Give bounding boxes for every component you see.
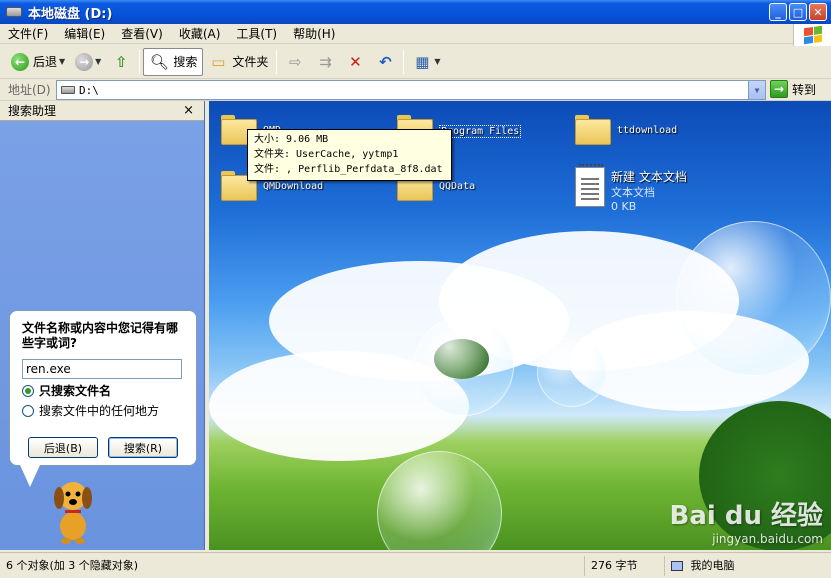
move-to-icon: ⇨ — [289, 52, 302, 71]
address-dropdown-icon[interactable]: ▼ — [748, 81, 765, 99]
go-button[interactable]: → 转到 — [770, 80, 816, 98]
views-grid-icon: ▦ — [415, 52, 430, 71]
up-arrow-icon: ⇧ — [115, 52, 128, 71]
search-question: 文件名称或内容中您记得有哪些字或词? — [22, 321, 179, 350]
my-computer-icon — [671, 560, 683, 571]
views-dropdown-icon[interactable]: ▼ — [434, 57, 440, 66]
bubble-decoration — [537, 337, 607, 407]
option-content-label: 搜索文件中的任何地方 — [39, 404, 160, 418]
copy-to-button[interactable]: ⇉ — [310, 48, 340, 76]
menu-tools[interactable]: 工具(T) — [228, 24, 285, 44]
tooltip-size: 大小: 9.06 MB — [254, 134, 329, 145]
address-value: D:\ — [79, 83, 99, 97]
search-button[interactable]: 🔍︎ 搜索 — [143, 47, 204, 76]
address-label: 地址(D) — [8, 83, 51, 97]
folder-item-ttdownload[interactable]: ttdownload — [575, 115, 677, 145]
maximize-button[interactable]: □ — [789, 3, 807, 21]
bubble-decoration — [676, 221, 831, 376]
tooltip-folders: 文件夹: UserCache, yytmp1 — [254, 149, 399, 160]
delete-x-icon: ✕ — [349, 52, 362, 71]
title-bar[interactable]: 本地磁盘 (D:) _ □ ✕ — [0, 0, 831, 24]
search-submit-button[interactable]: 搜索(R) — [108, 437, 178, 458]
file-type: 文本文档 — [611, 186, 655, 199]
search-companion-bubble: 文件名称或内容中您记得有哪些字或词? 只搜索文件名 搜索文件中的任何地方 后退(… — [9, 310, 197, 466]
back-button[interactable]: ← 后退 ▼ — [6, 48, 70, 76]
toolbar-separator — [276, 49, 278, 74]
menu-favorites[interactable]: 收藏(A) — [171, 24, 229, 44]
radio-unselected[interactable] — [22, 404, 34, 417]
menu-edit[interactable]: 编辑(E) — [56, 24, 113, 44]
windows-flag-icon — [803, 25, 822, 45]
undo-icon: ↶ — [379, 52, 392, 71]
windows-logo — [793, 24, 831, 46]
menu-file[interactable]: 文件(F) — [0, 24, 56, 44]
status-size: 276 字节 — [585, 555, 665, 576]
radio-selected[interactable] — [22, 384, 34, 397]
undo-button[interactable]: ↶ — [370, 48, 400, 76]
tooltip-files: 文件: , Perflib_Perfdata_8f8.dat — [254, 164, 443, 175]
search-pane-header: 搜索助理 — [0, 101, 204, 121]
option-filename-only[interactable]: 只搜索文件名 — [22, 382, 184, 399]
toolbar: ← 后退 ▼ → ▼ ⇧ 🔍︎ 搜索 ▭ 文件夹 ⇨ ⇉ ✕ ↶ ▦ ▼ — [0, 45, 831, 79]
folders-button[interactable]: ▭ 文件夹 — [203, 48, 273, 76]
bubble-decoration — [414, 316, 514, 416]
menu-help[interactable]: 帮助(H) — [285, 24, 343, 44]
folder-icon: ▭ — [211, 52, 226, 71]
toolbar-separator — [403, 49, 405, 74]
menu-view[interactable]: 查看(V) — [113, 24, 171, 44]
folder-label: QMDownload — [263, 181, 324, 192]
status-object-count: 6 个对象(加 3 个隐藏对象) — [0, 555, 585, 576]
folder-label: QQData — [439, 181, 476, 192]
toolbar-separator — [139, 49, 141, 74]
watermark-url: jingyan.baidu.com — [712, 532, 823, 546]
watermark-brand: Bai du 经验 — [669, 501, 824, 531]
search-pane-close-icon[interactable]: × — [183, 103, 194, 118]
bubble-tail — [20, 465, 40, 487]
folder-icon — [575, 115, 611, 145]
forward-button[interactable]: → ▼ — [70, 48, 106, 76]
window-title: 本地磁盘 (D:) — [28, 6, 113, 22]
drive-icon — [6, 7, 22, 17]
search-input[interactable] — [22, 359, 182, 379]
back-arrow-icon: ← — [11, 52, 29, 71]
search-pane: 搜索助理 × 文件名称或内容中您记得有哪些字或词? 只搜索文件名 搜索文件中的任… — [0, 101, 205, 550]
copy-to-icon: ⇉ — [319, 52, 332, 71]
forward-dropdown-icon[interactable]: ▼ — [95, 57, 101, 66]
go-label: 转到 — [792, 82, 817, 97]
search-back-button[interactable]: 后退(B) — [28, 437, 98, 458]
magnifier-icon: 🔍︎ — [149, 52, 169, 71]
baidu-watermark: Bai du 经验 jingyan.baidu.com — [670, 495, 824, 546]
address-bar: 地址(D) D:\ ▼ → 转到 — [0, 79, 831, 101]
forward-arrow-icon: → — [75, 52, 94, 71]
status-location-label: 我的电脑 — [690, 558, 735, 572]
views-button[interactable]: ▦ ▼ — [407, 48, 445, 76]
close-button[interactable]: ✕ — [809, 3, 827, 21]
folder-info-tooltip: 大小: 9.06 MB 文件夹: UserCache, yytmp1 文件: ,… — [247, 129, 452, 181]
back-dropdown-icon[interactable]: ▼ — [59, 57, 65, 66]
file-size: 0 KB — [611, 200, 637, 213]
search-dog-icon[interactable] — [48, 474, 98, 544]
folder-label: ttdownload — [617, 125, 678, 136]
menu-bar: 文件(F) 编辑(E) 查看(V) 收藏(A) 工具(T) 帮助(H) — [0, 24, 831, 46]
option-filename-label: 只搜索文件名 — [39, 384, 112, 398]
status-location: 我的电脑 — [665, 556, 735, 576]
folders-label: 文件夹 — [232, 55, 269, 69]
go-arrow-icon: → — [770, 80, 788, 98]
delete-button[interactable]: ✕ — [340, 48, 370, 76]
file-item-text-document[interactable]: 新建 文本文档 文本文档 0 KB — [575, 164, 687, 213]
up-folder-button[interactable]: ⇧ — [106, 48, 136, 76]
file-name: 新建 文本文档 — [611, 170, 687, 184]
drive-icon — [61, 86, 75, 94]
minimize-button[interactable]: _ — [769, 3, 787, 21]
search-pane-title: 搜索助理 — [8, 104, 57, 118]
option-search-content[interactable]: 搜索文件中的任何地方 — [22, 402, 184, 419]
address-input[interactable]: D:\ ▼ — [56, 80, 766, 100]
bubble-decoration — [377, 451, 502, 550]
status-bar: 6 个对象(加 3 个隐藏对象) 276 字节 我的电脑 — [0, 552, 831, 578]
move-to-button[interactable]: ⇨ — [280, 48, 310, 76]
back-label: 后退 — [33, 55, 58, 69]
text-document-icon — [575, 164, 605, 207]
search-label: 搜索 — [173, 55, 198, 69]
